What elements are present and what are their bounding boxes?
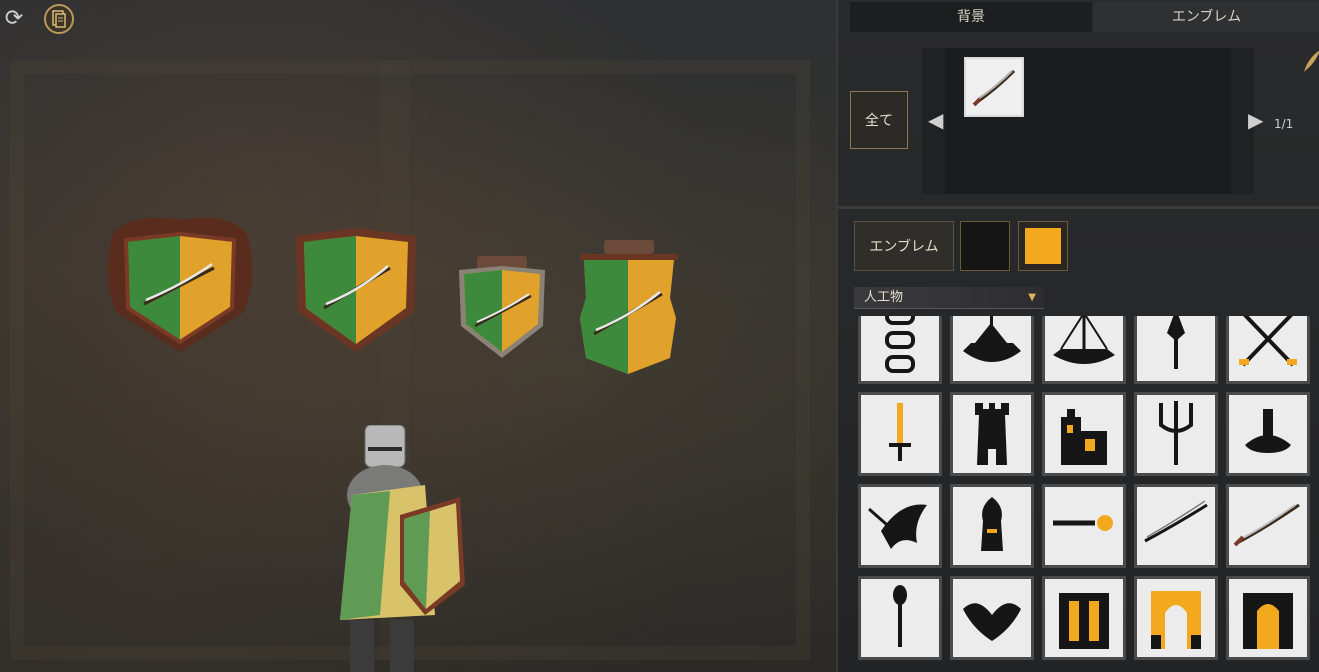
emblem-option[interactable] [858,392,942,476]
curved-blade-icon [1233,503,1300,547]
banner-preview-scene: ⟳ [0,0,836,672]
next-page-arrow-icon[interactable]: ▶ [1248,108,1263,132]
banner-gate-icon [1243,593,1293,649]
category-dropdown[interactable]: 人工物 ▼ [854,287,1044,309]
tower-icon [975,403,1009,465]
emblem-option[interactable] [1134,316,1218,384]
emblem-option[interactable] [950,576,1034,660]
primary-color-swatch[interactable] [960,221,1010,271]
anvil-icon [1245,409,1291,453]
tab-background[interactable]: 背景 [850,2,1092,32]
emblem-option[interactable] [858,576,942,660]
emblem-option[interactable] [858,484,942,568]
document-icon[interactable] [44,4,74,34]
viking-ship-icon [1053,316,1115,364]
emblem-option[interactable] [950,484,1034,568]
castle-icon [1061,409,1107,465]
emblem-option[interactable] [950,392,1034,476]
section-divider [838,206,1319,209]
katana-icon [1144,500,1208,543]
emblem-option[interactable] [858,316,942,384]
emblem-option[interactable] [1042,484,1126,568]
arch-gate-icon [1151,591,1201,649]
emblem-option[interactable] [1226,316,1310,384]
emblem-option[interactable] [1226,576,1310,660]
emblem-option[interactable] [1226,484,1310,568]
curved-blade-icon [972,69,1016,107]
spearhead-icon [1167,316,1185,369]
small-shield-preview [455,254,549,362]
double-headed-eagle-icon [963,603,1021,641]
emblem-option[interactable] [950,316,1034,384]
key-icon [1053,515,1113,531]
category-selected: 人工物 [864,290,904,305]
trident-icon [1159,401,1193,465]
page-indicator: 1/1 [1274,117,1294,131]
emblem-option[interactable] [1226,392,1310,476]
longship-with-flag-icon [963,316,1021,362]
crossed-swords-icon [1239,316,1297,367]
chain-links-icon [885,316,915,373]
all-recent-button[interactable]: 全て [850,91,908,149]
emblem-option[interactable] [1134,576,1218,660]
helmet-crest-icon [981,497,1003,551]
emblem-editor-panel: 背景 エンブレム 全て ◀ ▶ 1/1 エンブレム 人工物 ▼ [836,0,1319,672]
chevron-down-icon: ▼ [1028,292,1036,303]
mace-icon [893,585,907,647]
emblem-option[interactable] [1042,316,1126,384]
refresh-icon[interactable]: ⟳ [0,4,28,32]
heater-shield-preview [290,224,422,356]
emblem-color-label: エンブレム [854,221,954,271]
recent-emblem-item[interactable] [964,57,1024,117]
banner-preview [578,238,680,376]
ornate-shield-preview [104,212,256,356]
tab-emblem[interactable]: エンブレム [1094,2,1319,32]
emblem-option[interactable] [1134,392,1218,476]
prev-page-arrow-icon[interactable]: ◀ [928,108,943,132]
sword-icon [889,403,911,461]
emblem-option[interactable] [1042,576,1126,660]
knight-figure [330,424,480,672]
emblem-option[interactable] [1042,392,1126,476]
gate-icon [1059,593,1109,649]
arrow-wing-icon [868,504,927,549]
emblem-option[interactable] [1134,484,1218,568]
emblem-grid [854,316,1319,672]
quill-icon[interactable] [1302,48,1319,74]
secondary-color-swatch[interactable] [1018,221,1068,271]
